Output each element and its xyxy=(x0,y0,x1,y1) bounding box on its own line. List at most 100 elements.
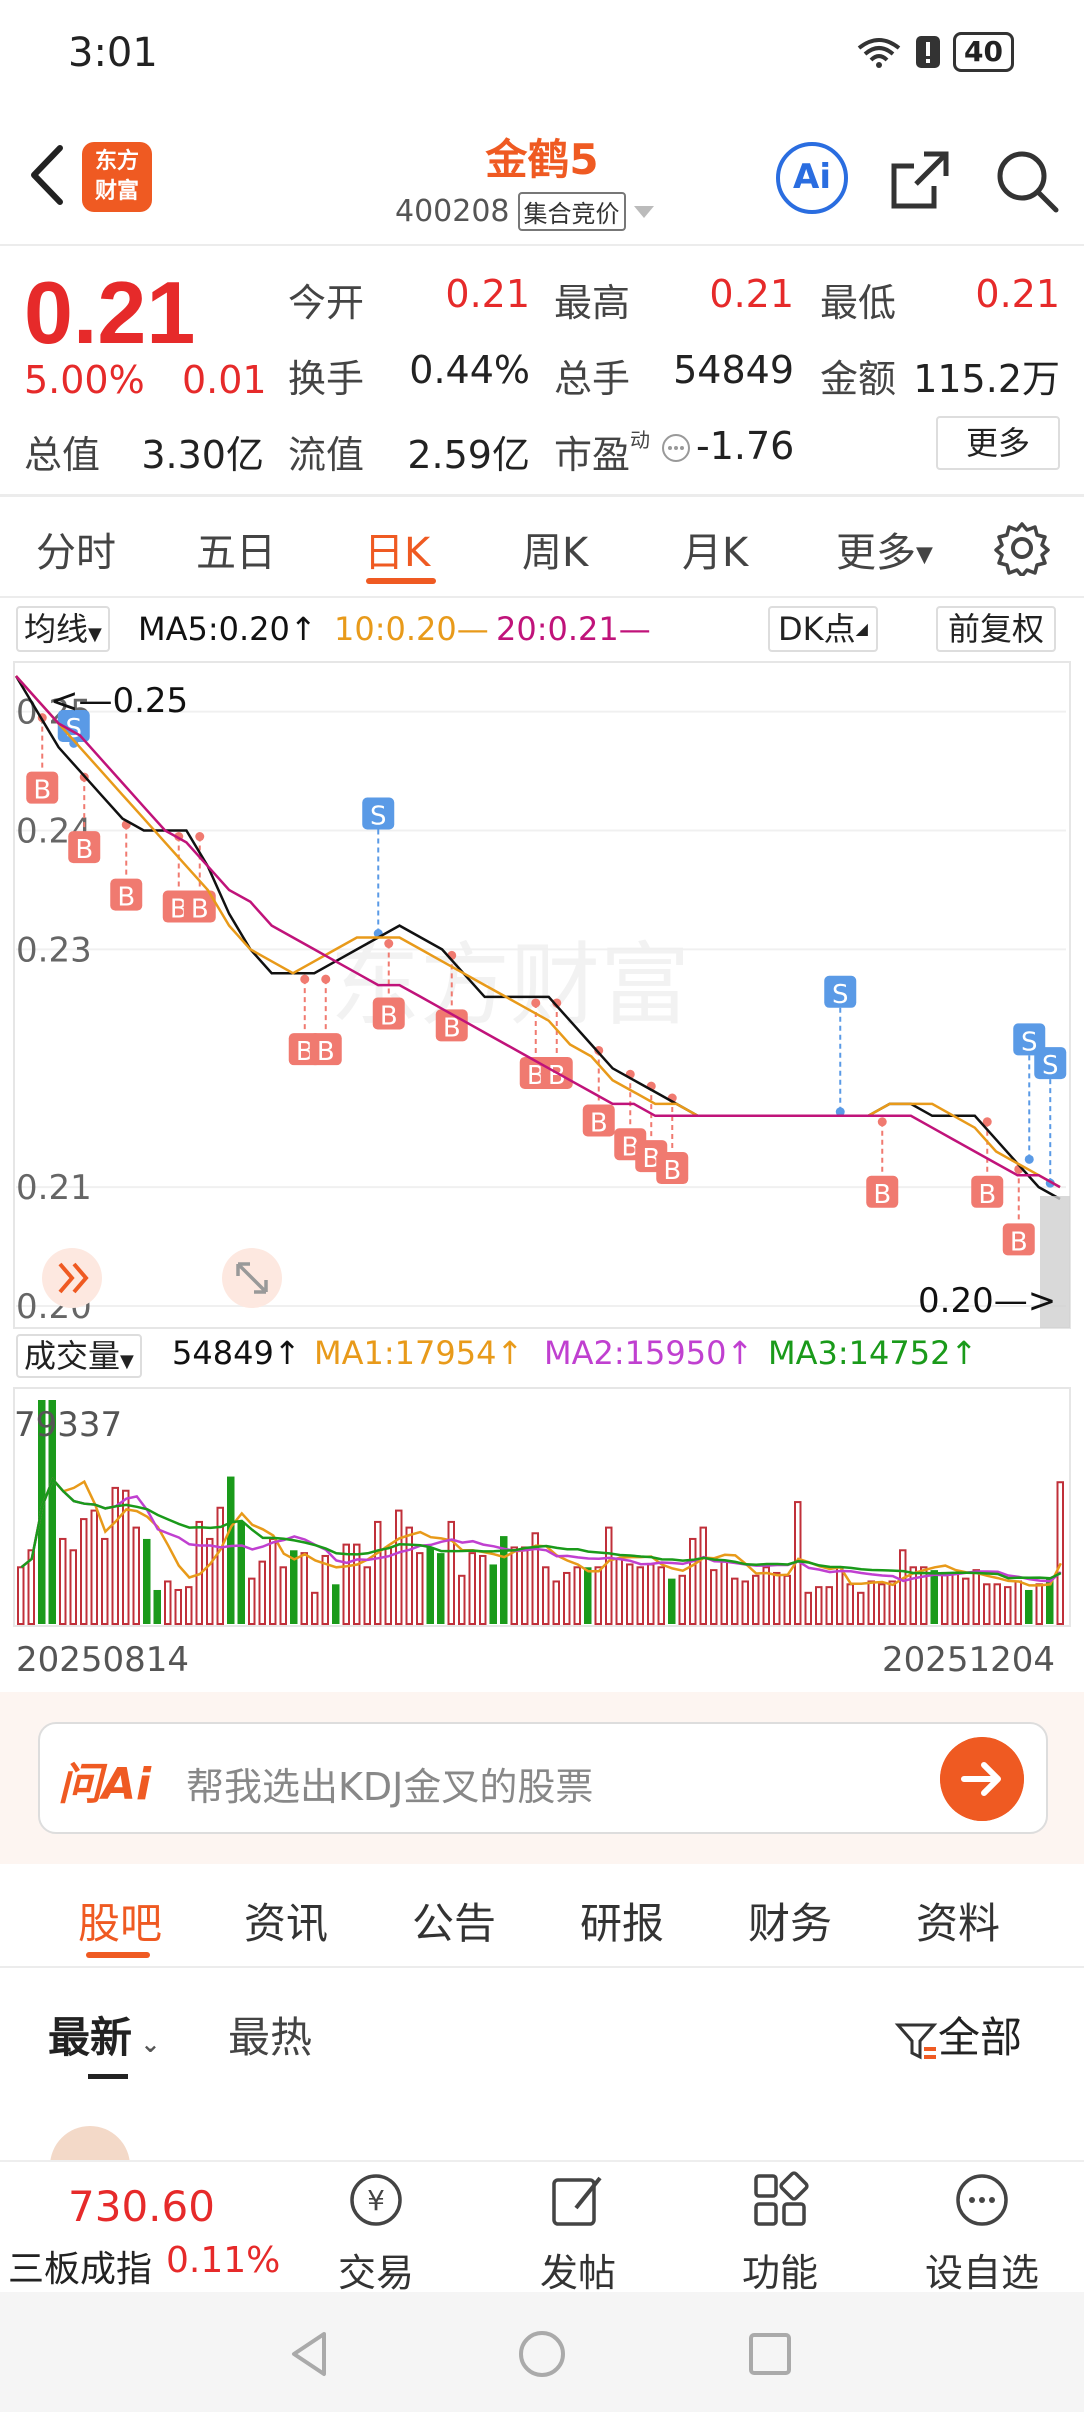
nav-recent-icon[interactable] xyxy=(744,2328,796,2380)
sort-hot[interactable]: 最热 xyxy=(228,2004,312,2065)
sell-marker-label: S xyxy=(832,980,849,1010)
volume-bar xyxy=(846,1583,854,1626)
volume-bar xyxy=(332,1584,340,1624)
tab-more[interactable]: 更多▼ xyxy=(836,520,933,578)
tab-daily-k[interactable]: 日K xyxy=(364,520,430,578)
volume-bar xyxy=(930,1570,938,1624)
volume-bar xyxy=(80,1518,88,1625)
nav-post[interactable]: 发帖 xyxy=(508,2242,648,2297)
volume-bar xyxy=(279,1566,287,1625)
tab-announcements[interactable]: 公告 xyxy=(412,1890,496,1951)
volume-bar xyxy=(857,1591,865,1625)
label-float-cap: 流值 xyxy=(288,433,365,477)
label-total-cap: 总值 xyxy=(24,433,101,477)
tab-more-label: 更多 xyxy=(836,530,916,576)
buy-marker-label: B xyxy=(380,1002,398,1032)
ma10-readout: 10:0.20— xyxy=(334,610,489,648)
volume-bar xyxy=(395,1509,403,1625)
tab-news[interactable]: 资讯 xyxy=(244,1890,328,1951)
status-icons: 40 xyxy=(855,32,1014,72)
ma20-readout: 20:0.21— xyxy=(496,610,651,648)
buy-marker-dot xyxy=(195,832,205,842)
period-high-label: <—0.25 xyxy=(50,681,188,721)
kline-chart[interactable]: 东方财富 0.250.240.230.210.20 BBB B BB BB BB BBB B… xyxy=(0,656,1084,1336)
ask-ai-placeholder: 帮我选出KDJ金叉的股票 xyxy=(186,1765,594,1809)
volume-chart[interactable]: 79337 xyxy=(0,1386,1084,1630)
volume-bar xyxy=(825,1586,833,1625)
more-dots-icon[interactable] xyxy=(950,2168,1014,2232)
settings-gear-icon[interactable] xyxy=(994,520,1050,576)
volume-bar xyxy=(174,1588,182,1626)
price-adjust-button[interactable]: 前复权 xyxy=(936,606,1057,652)
indicator-selector[interactable]: 成交量▼ xyxy=(16,1334,142,1378)
ma-selector[interactable]: 均线▼ xyxy=(16,606,110,652)
index-value[interactable]: 730.60 xyxy=(68,2182,215,2231)
volume-bar xyxy=(101,1537,109,1625)
volume-bar xyxy=(1014,1580,1022,1625)
label-high: 最高 xyxy=(554,281,631,325)
share-icon[interactable] xyxy=(884,144,956,216)
volume-bar xyxy=(657,1566,665,1625)
volume-bar xyxy=(909,1566,917,1625)
tab-research[interactable]: 研报 xyxy=(580,1890,664,1951)
expand-left-button[interactable] xyxy=(42,1248,102,1308)
ma-line-ma20 xyxy=(15,675,1061,1189)
volume-bar xyxy=(972,1569,980,1626)
vol-ma2: MA2:15950↑ xyxy=(544,1334,754,1372)
sort-latest[interactable]: 最新 ⌄ xyxy=(48,2004,160,2065)
volume-bar xyxy=(993,1583,1001,1626)
buy-marker-label: B xyxy=(33,776,51,806)
buy-marker-label: B xyxy=(590,1108,608,1138)
tab-five-day[interactable]: 五日 xyxy=(196,520,276,578)
fullscreen-button[interactable] xyxy=(222,1248,282,1308)
nav-back-icon[interactable] xyxy=(284,2328,336,2380)
nav-home-icon[interactable] xyxy=(516,2328,568,2380)
more-fields-button[interactable]: 更多 xyxy=(936,416,1060,470)
nav-add-watchlist[interactable]: 设自选 xyxy=(912,2242,1052,2297)
sell-marker-label: S xyxy=(1042,1051,1059,1081)
volume-bar xyxy=(1056,1481,1064,1626)
tab-weekly-k[interactable]: 周K xyxy=(522,520,588,578)
filter-button[interactable]: 全部 xyxy=(894,2004,1022,2065)
search-icon[interactable] xyxy=(990,144,1062,216)
ma-line-ma10 xyxy=(15,675,1061,1189)
nav-functions[interactable]: 功能 xyxy=(710,2242,850,2297)
buy-marker-dot xyxy=(321,974,331,984)
sort-latest-label: 最新 xyxy=(48,2013,133,2062)
volume-bar xyxy=(689,1537,697,1625)
back-arrow-icon[interactable] xyxy=(22,140,72,210)
volume-bar xyxy=(888,1580,896,1625)
volume-bar xyxy=(69,1549,77,1626)
volume-max-label: 79337 xyxy=(14,1405,122,1445)
index-name[interactable]: 三板成指 xyxy=(8,2240,152,2292)
volume-bar xyxy=(1004,1586,1012,1625)
tab-forum[interactable]: 股吧 xyxy=(78,1890,162,1951)
volume-bar xyxy=(836,1566,844,1625)
more-info-icon[interactable] xyxy=(660,432,692,464)
ask-ai-submit-button[interactable] xyxy=(940,1737,1024,1821)
value-amount: 115.2万 xyxy=(913,357,1060,401)
value-volume: 54849 xyxy=(673,348,794,392)
tab-profile[interactable]: 资料 xyxy=(916,1890,1000,1951)
apps-icon[interactable] xyxy=(748,2168,812,2232)
compose-icon[interactable] xyxy=(546,2168,610,2232)
value-low: 0.21 xyxy=(975,272,1060,316)
value-float-cap: 2.59亿 xyxy=(407,433,530,477)
volume-bar xyxy=(111,1486,119,1626)
trade-icon[interactable]: ¥ xyxy=(344,2168,408,2232)
volume-bar xyxy=(563,1571,571,1625)
nav-trade[interactable]: 交易 xyxy=(306,2242,446,2297)
tab-intraday[interactable]: 分时 xyxy=(36,520,116,578)
volume-bar xyxy=(741,1580,749,1625)
wifi-icon xyxy=(857,38,901,68)
volume-bar xyxy=(584,1567,592,1624)
brand-logo-text: 东方财富 xyxy=(94,149,139,204)
tab-finance[interactable]: 财务 xyxy=(748,1890,832,1951)
stock-code-row[interactable]: 400208 集合竞价 xyxy=(395,192,654,231)
volume-bar xyxy=(311,1591,319,1625)
alert-icon xyxy=(916,36,941,68)
label-pe: 市盈动 xyxy=(554,424,650,479)
tab-monthly-k[interactable]: 月K xyxy=(682,520,748,578)
dk-point-button[interactable]: DK点◢ xyxy=(768,606,878,652)
ai-button[interactable]: Ai xyxy=(776,142,848,214)
